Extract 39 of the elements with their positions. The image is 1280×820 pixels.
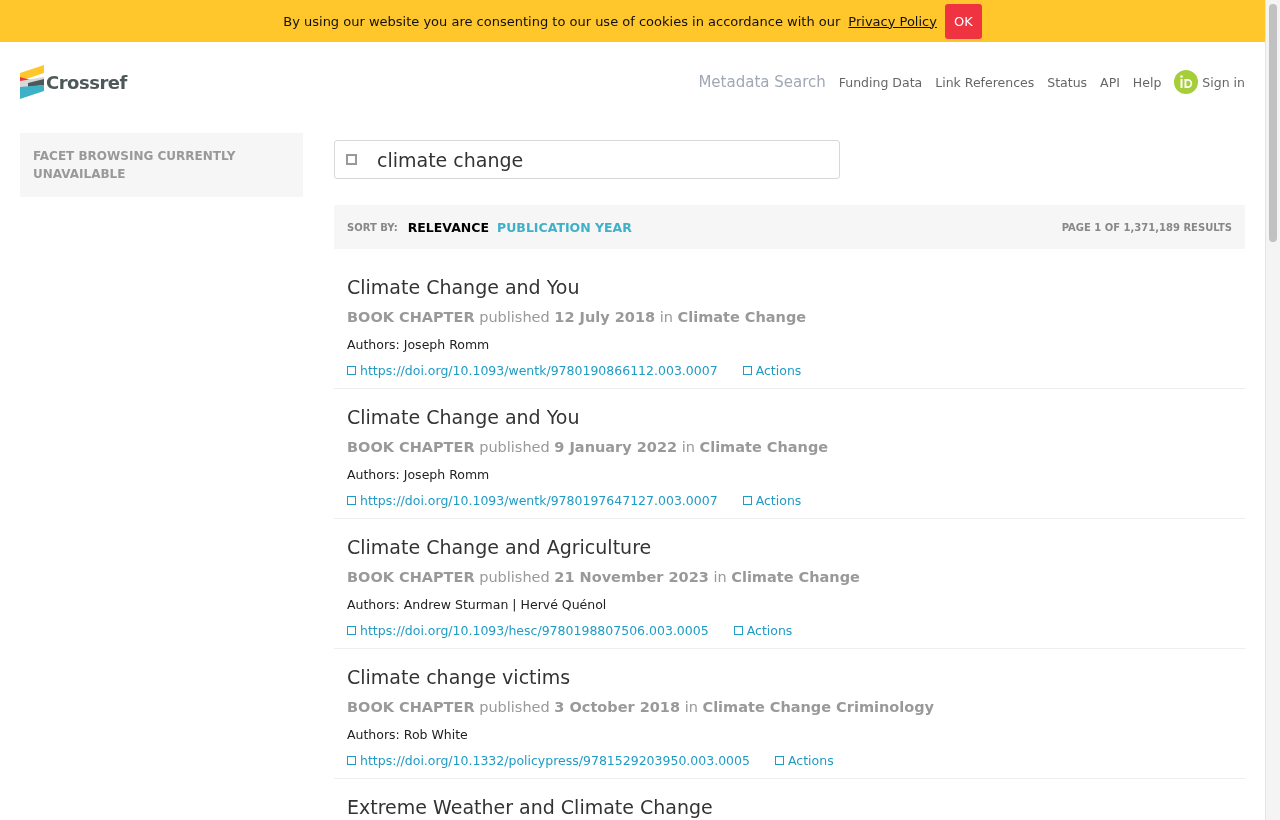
doi-link[interactable]: https://doi.org/10.1093/wentk/9780197647127.003.0007 <box>347 493 718 508</box>
nav-link[interactable]: API <box>1100 74 1120 90</box>
result-authors: Authors: Joseph Romm <box>347 467 491 482</box>
facet-notice: FACET BROWSING CURRENTLY UNAVAILABLE <box>20 133 303 197</box>
result-meta: BOOK CHAPTER published 3 October 2018 in Climate Change Criminology <box>347 699 935 715</box>
nav-link[interactable]: Funding Data <box>838 74 923 90</box>
page-info: PAGE 1 OF 1,371,189 RESULTS <box>1061 221 1232 233</box>
result-authors: Authors: Rob White <box>347 727 469 742</box>
result-title[interactable]: Climate Change and You <box>347 406 1232 428</box>
result-meta: BOOK CHAPTER published 12 July 2018 in Climate Change <box>347 309 808 325</box>
result-title[interactable]: Climate Change and Agriculture <box>347 536 1232 558</box>
search-field[interactable]: climate change <box>334 140 840 179</box>
orcid-icon <box>1174 70 1199 94</box>
result-meta: BOOK CHAPTER published 21 November 2023 in Climate Change <box>347 569 861 585</box>
result-authors: Authors: Andrew Sturman | Hervé Quénol <box>347 597 608 612</box>
doi-link[interactable]: https://doi.org/10.1332/policypress/9781529203950.003.0005 <box>347 753 750 768</box>
ok-button[interactable]: OK <box>944 3 982 39</box>
actions-link[interactable]: Actions <box>775 753 834 768</box>
sort-option[interactable]: RELEVANCE <box>407 219 490 235</box>
privacy-policy-link[interactable]: Privacy Policy <box>848 13 937 29</box>
search-checkbox-icon <box>346 154 357 165</box>
nav-link[interactable]: Status <box>1047 74 1088 90</box>
nav-link[interactable]: Link References <box>935 74 1035 90</box>
logo-text[interactable]: Crossref <box>46 71 127 93</box>
logo-icon <box>20 65 44 99</box>
result-title[interactable]: Climate Change and You <box>347 276 1232 298</box>
doi-link[interactable]: https://doi.org/10.1093/wentk/9780190866112.003.0007 <box>347 363 718 378</box>
actions-link[interactable]: Actions <box>742 493 802 508</box>
cookie-message: By using our website you are consenting to our use of cookies in accordance with our <box>283 13 841 29</box>
result-meta: BOOK CHAPTER published 9 January 2022 in Climate Change <box>347 439 830 455</box>
result-authors: Authors: Joseph Romm <box>347 337 491 352</box>
actions-link[interactable]: Actions <box>733 623 793 638</box>
nav-link[interactable]: Help <box>1132 74 1162 90</box>
result-title[interactable]: Climate change victims <box>347 666 1232 688</box>
actions-link[interactable]: Actions <box>742 363 802 378</box>
sign-in-link[interactable]: Sign in <box>1202 74 1245 90</box>
doi-link[interactable]: https://doi.org/10.1093/hesc/9780198807506.003.0005 <box>347 623 709 638</box>
result-title[interactable]: Extreme Weather and Climate Change <box>347 796 1232 818</box>
sort-label: SORT BY: <box>347 221 398 233</box>
